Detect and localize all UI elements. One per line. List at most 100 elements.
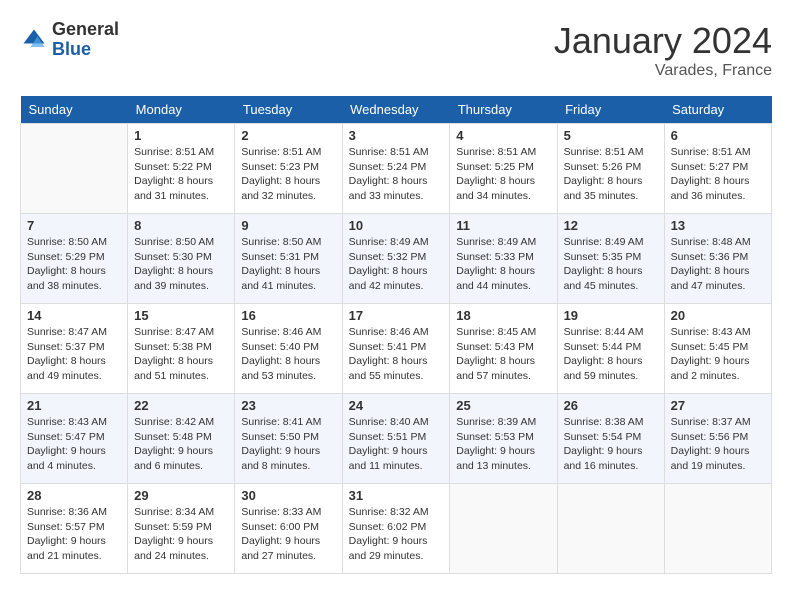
- day-content: Sunrise: 8:34 AM Sunset: 5:59 PM Dayligh…: [134, 505, 228, 564]
- calendar-cell: [21, 124, 128, 214]
- day-number: 29: [134, 488, 228, 503]
- calendar-week-4: 21 Sunrise: 8:43 AM Sunset: 5:47 PM Dayli…: [21, 394, 772, 484]
- day-content: Sunrise: 8:47 AM Sunset: 5:37 PM Dayligh…: [27, 325, 121, 384]
- calendar-cell: 14 Sunrise: 8:47 AM Sunset: 5:37 PM Dayli…: [21, 304, 128, 394]
- calendar-cell: 7 Sunrise: 8:50 AM Sunset: 5:29 PM Daylig…: [21, 214, 128, 304]
- logo-blue-text: Blue: [52, 39, 91, 59]
- day-number: 14: [27, 308, 121, 323]
- day-content: Sunrise: 8:51 AM Sunset: 5:25 PM Dayligh…: [456, 145, 550, 204]
- calendar-cell: 15Sunrise: 8:47 AM Sunset: 5:38 PM Dayli…: [128, 304, 235, 394]
- calendar-cell: 29 Sunrise: 8:34 AM Sunset: 5:59 PM Dayli…: [128, 484, 235, 574]
- calendar-table: SundayMondayTuesdayWednesdayThursdayFrid…: [20, 96, 772, 574]
- day-number: 20: [671, 308, 765, 323]
- day-number: 10: [349, 218, 444, 233]
- calendar-cell: 25Sunrise: 8:39 AM Sunset: 5:53 PM Dayli…: [450, 394, 557, 484]
- day-number: 23: [241, 398, 335, 413]
- calendar-cell: 9 Sunrise: 8:50 AM Sunset: 5:31 PM Daylig…: [235, 214, 342, 304]
- day-content: Sunrise: 8:48 AM Sunset: 5:36 PM Dayligh…: [671, 235, 765, 294]
- day-content: Sunrise: 8:43 AM Sunset: 5:45 PM Dayligh…: [671, 325, 765, 384]
- month-title: January 2024: [554, 20, 772, 62]
- day-number: 18: [456, 308, 550, 323]
- calendar-cell: 11Sunrise: 8:49 AM Sunset: 5:33 PM Dayli…: [450, 214, 557, 304]
- calendar-cell: 28 Sunrise: 8:36 AM Sunset: 5:57 PM Dayli…: [21, 484, 128, 574]
- day-content: Sunrise: 8:51 AM Sunset: 5:26 PM Dayligh…: [564, 145, 658, 204]
- day-content: Sunrise: 8:50 AM Sunset: 5:30 PM Dayligh…: [134, 235, 228, 294]
- calendar-week-2: 7 Sunrise: 8:50 AM Sunset: 5:29 PM Daylig…: [21, 214, 772, 304]
- calendar-cell: 17 Sunrise: 8:46 AM Sunset: 5:41 PM Dayli…: [342, 304, 450, 394]
- day-content: Sunrise: 8:41 AM Sunset: 5:50 PM Dayligh…: [241, 415, 335, 474]
- calendar-cell: 12Sunrise: 8:49 AM Sunset: 5:35 PM Dayli…: [557, 214, 664, 304]
- day-number: 19: [564, 308, 658, 323]
- calendar-cell: 22 Sunrise: 8:42 AM Sunset: 5:48 PM Dayli…: [128, 394, 235, 484]
- day-content: Sunrise: 8:46 AM Sunset: 5:41 PM Dayligh…: [349, 325, 444, 384]
- calendar-cell: 24 Sunrise: 8:40 AM Sunset: 5:51 PM Dayli…: [342, 394, 450, 484]
- calendar-body: 1Sunrise: 8:51 AM Sunset: 5:22 PM Daylig…: [21, 124, 772, 574]
- calendar-cell: 13Sunrise: 8:48 AM Sunset: 5:36 PM Dayli…: [664, 214, 771, 304]
- weekday-header-friday: Friday: [557, 96, 664, 124]
- day-content: Sunrise: 8:50 AM Sunset: 5:29 PM Dayligh…: [27, 235, 121, 294]
- day-number: 24: [349, 398, 444, 413]
- day-content: Sunrise: 8:42 AM Sunset: 5:48 PM Dayligh…: [134, 415, 228, 474]
- calendar-cell: 20 Sunrise: 8:43 AM Sunset: 5:45 PM Dayli…: [664, 304, 771, 394]
- weekday-header-wednesday: Wednesday: [342, 96, 450, 124]
- day-content: Sunrise: 8:32 AM Sunset: 6:02 PM Dayligh…: [349, 505, 444, 564]
- day-number: 7: [27, 218, 121, 233]
- day-content: Sunrise: 8:51 AM Sunset: 5:27 PM Dayligh…: [671, 145, 765, 204]
- day-number: 27: [671, 398, 765, 413]
- day-number: 12: [564, 218, 658, 233]
- calendar-cell: 5Sunrise: 8:51 AM Sunset: 5:26 PM Daylig…: [557, 124, 664, 214]
- calendar-week-3: 14 Sunrise: 8:47 AM Sunset: 5:37 PM Dayli…: [21, 304, 772, 394]
- day-content: Sunrise: 8:50 AM Sunset: 5:31 PM Dayligh…: [241, 235, 335, 294]
- logo-general-text: General: [52, 19, 119, 39]
- day-content: Sunrise: 8:38 AM Sunset: 5:54 PM Dayligh…: [564, 415, 658, 474]
- day-number: 25: [456, 398, 550, 413]
- calendar-week-5: 28 Sunrise: 8:36 AM Sunset: 5:57 PM Dayli…: [21, 484, 772, 574]
- calendar-cell: 27 Sunrise: 8:37 AM Sunset: 5:56 PM Dayli…: [664, 394, 771, 484]
- calendar-cell: 3Sunrise: 8:51 AM Sunset: 5:24 PM Daylig…: [342, 124, 450, 214]
- day-number: 26: [564, 398, 658, 413]
- calendar-cell: 8 Sunrise: 8:50 AM Sunset: 5:30 PM Daylig…: [128, 214, 235, 304]
- day-number: 31: [349, 488, 444, 503]
- day-number: 15: [134, 308, 228, 323]
- day-content: Sunrise: 8:44 AM Sunset: 5:44 PM Dayligh…: [564, 325, 658, 384]
- day-number: 22: [134, 398, 228, 413]
- location: Varades, France: [554, 62, 772, 80]
- day-number: 6: [671, 128, 765, 143]
- calendar-cell: [557, 484, 664, 574]
- calendar-cell: 2Sunrise: 8:51 AM Sunset: 5:23 PM Daylig…: [235, 124, 342, 214]
- day-content: Sunrise: 8:37 AM Sunset: 5:56 PM Dayligh…: [671, 415, 765, 474]
- calendar-cell: 26 Sunrise: 8:38 AM Sunset: 5:54 PM Dayli…: [557, 394, 664, 484]
- calendar-header: SundayMondayTuesdayWednesdayThursdayFrid…: [21, 96, 772, 124]
- day-content: Sunrise: 8:33 AM Sunset: 6:00 PM Dayligh…: [241, 505, 335, 564]
- day-number: 17: [349, 308, 444, 323]
- calendar-cell: 4Sunrise: 8:51 AM Sunset: 5:25 PM Daylig…: [450, 124, 557, 214]
- weekday-header-monday: Monday: [128, 96, 235, 124]
- calendar-cell: 10Sunrise: 8:49 AM Sunset: 5:32 PM Dayli…: [342, 214, 450, 304]
- day-number: 21: [27, 398, 121, 413]
- weekday-header-thursday: Thursday: [450, 96, 557, 124]
- day-number: 11: [456, 218, 550, 233]
- weekday-header-sunday: Sunday: [21, 96, 128, 124]
- day-content: Sunrise: 8:46 AM Sunset: 5:40 PM Dayligh…: [241, 325, 335, 384]
- day-content: Sunrise: 8:51 AM Sunset: 5:23 PM Dayligh…: [241, 145, 335, 204]
- day-content: Sunrise: 8:43 AM Sunset: 5:47 PM Dayligh…: [27, 415, 121, 474]
- title-block: January 2024 Varades, France: [554, 20, 772, 80]
- day-content: Sunrise: 8:36 AM Sunset: 5:57 PM Dayligh…: [27, 505, 121, 564]
- calendar-cell: [664, 484, 771, 574]
- day-content: Sunrise: 8:40 AM Sunset: 5:51 PM Dayligh…: [349, 415, 444, 474]
- logo-icon: [20, 26, 48, 54]
- calendar-cell: 19 Sunrise: 8:44 AM Sunset: 5:44 PM Dayli…: [557, 304, 664, 394]
- logo-text: General Blue: [52, 20, 119, 60]
- calendar-cell: 31 Sunrise: 8:32 AM Sunset: 6:02 PM Dayli…: [342, 484, 450, 574]
- day-number: 8: [134, 218, 228, 233]
- calendar-cell: 6 Sunrise: 8:51 AM Sunset: 5:27 PM Daylig…: [664, 124, 771, 214]
- calendar-cell: [450, 484, 557, 574]
- day-number: 16: [241, 308, 335, 323]
- calendar-cell: 1Sunrise: 8:51 AM Sunset: 5:22 PM Daylig…: [128, 124, 235, 214]
- calendar-cell: 21 Sunrise: 8:43 AM Sunset: 5:47 PM Dayli…: [21, 394, 128, 484]
- day-number: 28: [27, 488, 121, 503]
- weekday-header-row: SundayMondayTuesdayWednesdayThursdayFrid…: [21, 96, 772, 124]
- calendar-cell: 18Sunrise: 8:45 AM Sunset: 5:43 PM Dayli…: [450, 304, 557, 394]
- day-content: Sunrise: 8:51 AM Sunset: 5:24 PM Dayligh…: [349, 145, 444, 204]
- day-number: 9: [241, 218, 335, 233]
